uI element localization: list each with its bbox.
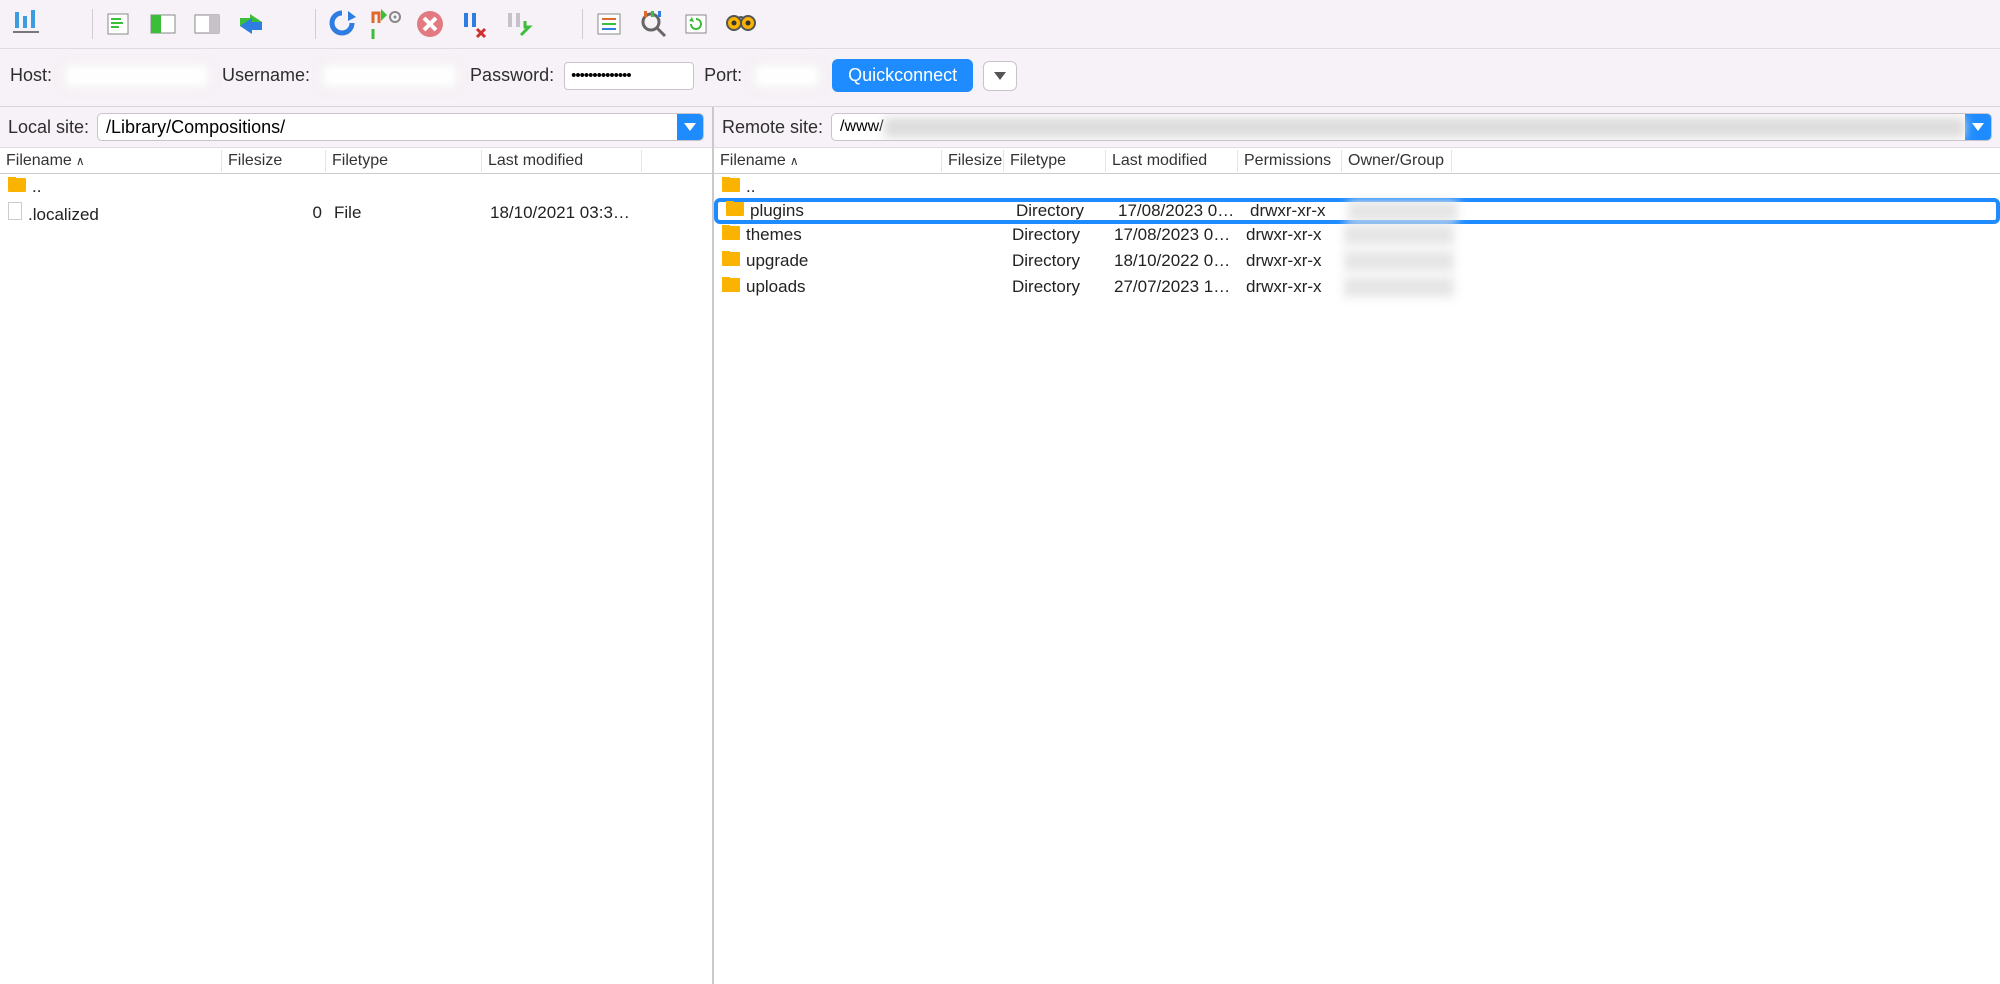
directory-compare-icon[interactable] <box>635 6 671 42</box>
remote-header-owner[interactable]: Owner/Group <box>1342 150 1452 172</box>
local-header-filetype[interactable]: Filetype <box>326 150 482 172</box>
list-item-plugins[interactable]: plugins Directory 17/08/2023 0… drwxr-xr… <box>714 198 2000 224</box>
list-item[interactable]: .. <box>714 174 2000 200</box>
local-header-filename[interactable]: Filename∧ <box>0 150 222 172</box>
filetype-cell: Directory <box>1006 251 1108 271</box>
folder-icon <box>722 252 740 266</box>
remote-path-combo[interactable]: /www/ <box>831 113 1992 141</box>
list-item[interactable]: themes Directory 17/08/2023 0… drwxr-xr-… <box>714 222 2000 248</box>
list-item[interactable]: .localized 0 File 18/10/2021 03:3… <box>0 200 712 226</box>
host-input[interactable] <box>62 62 212 90</box>
owner-cell: xxxxxxxxx <box>1348 201 1458 221</box>
remote-header-filename[interactable]: Filename∧ <box>714 150 942 172</box>
filelist-filter-icon[interactable] <box>591 6 627 42</box>
remote-path-input[interactable] <box>884 117 1965 138</box>
filename-cell: themes <box>746 225 802 244</box>
file-icon <box>8 202 22 220</box>
port-label: Port: <box>704 65 742 86</box>
filename-cell: .localized <box>28 205 99 224</box>
permissions-cell: drwxr-xr-x <box>1240 225 1344 245</box>
password-input[interactable] <box>564 62 694 90</box>
toggle-log-icon[interactable] <box>101 6 137 42</box>
filetype-cell: Directory <box>1010 201 1112 221</box>
port-input[interactable] <box>752 62 822 90</box>
filetype-cell: File <box>328 203 484 223</box>
remote-path-prefix: /www/ <box>832 118 884 136</box>
permissions-cell: drwxr-xr-x <box>1240 277 1344 297</box>
local-path-combo[interactable] <box>97 113 704 141</box>
remote-column-headers: Filename∧ Filesize Filetype Last modifie… <box>714 148 2000 174</box>
modified-cell: 17/08/2023 0… <box>1108 225 1240 245</box>
folder-icon <box>8 178 26 192</box>
filename-cell: .. <box>746 177 755 196</box>
folder-icon <box>722 226 740 240</box>
main-toolbar <box>0 0 2000 49</box>
owner-cell: xxxxxxxxx <box>1344 277 1454 297</box>
remote-header-filetype[interactable]: Filetype <box>1004 150 1106 172</box>
local-pane: Local site: Filename∧ Filesize Filetype … <box>0 107 714 984</box>
process-queue-icon[interactable] <box>368 6 404 42</box>
local-header-filesize[interactable]: Filesize <box>222 150 326 172</box>
folder-icon <box>722 178 740 192</box>
filename-cell: upgrade <box>746 251 808 270</box>
owner-cell: xxxxxxxxx <box>1344 225 1454 245</box>
quickconnect-history-button[interactable] <box>983 61 1017 91</box>
local-site-label: Local site: <box>8 117 89 138</box>
local-file-list[interactable]: .. .localized 0 File 18/10/2021 03:3… <box>0 174 712 984</box>
modified-cell: 18/10/2021 03:3… <box>484 203 644 223</box>
quickconnect-bar: Host: Username: Password: Port: Quickcon… <box>0 49 2000 107</box>
filetype-cell: Directory <box>1006 225 1108 245</box>
sort-asc-icon: ∧ <box>790 154 799 168</box>
find-icon[interactable] <box>723 6 759 42</box>
password-label: Password: <box>470 65 554 86</box>
list-item[interactable]: upgrade Directory 18/10/2022 0… drwxr-xr… <box>714 248 2000 274</box>
remote-file-list[interactable]: .. plugins Directory 17/08/2023 0… drwxr… <box>714 174 2000 984</box>
remote-header-modified[interactable]: Last modified <box>1106 150 1238 172</box>
folder-icon <box>722 278 740 292</box>
reconnect-icon[interactable] <box>500 6 536 42</box>
local-column-headers: Filename∧ Filesize Filetype Last modifie… <box>0 148 712 174</box>
modified-cell: 27/07/2023 1… <box>1108 277 1240 297</box>
modified-cell: 18/10/2022 0… <box>1108 251 1240 271</box>
username-input[interactable] <box>320 62 460 90</box>
filename-cell: .. <box>32 177 41 196</box>
toggle-local-tree-icon[interactable] <box>145 6 181 42</box>
site-manager-icon[interactable] <box>10 6 46 42</box>
filetype-cell: Directory <box>1006 277 1108 297</box>
refresh-icon[interactable] <box>324 6 360 42</box>
folder-icon <box>726 202 744 216</box>
list-item[interactable]: .. <box>0 174 712 200</box>
toggle-queue-icon[interactable] <box>233 6 269 42</box>
remote-pane: Remote site: /www/ Filename∧ Filesize Fi… <box>714 107 2000 984</box>
filename-cell: uploads <box>746 277 806 296</box>
remote-site-label: Remote site: <box>722 117 823 138</box>
username-label: Username: <box>222 65 310 86</box>
cancel-icon[interactable] <box>412 6 448 42</box>
list-item[interactable]: uploads Directory 27/07/2023 1… drwxr-xr… <box>714 274 2000 300</box>
owner-cell: xxxxxxxxx <box>1344 251 1454 271</box>
remote-header-filesize[interactable]: Filesize <box>942 150 1004 172</box>
local-path-input[interactable] <box>98 117 677 138</box>
sort-asc-icon: ∧ <box>76 154 85 168</box>
disconnect-icon[interactable] <box>456 6 492 42</box>
local-header-modified[interactable]: Last modified <box>482 150 642 172</box>
filename-cell: plugins <box>750 201 804 220</box>
remote-path-dropdown-icon[interactable] <box>1965 114 1991 140</box>
modified-cell: 17/08/2023 0… <box>1112 201 1244 221</box>
host-label: Host: <box>10 65 52 86</box>
permissions-cell: drwxr-xr-x <box>1244 201 1348 221</box>
filesize-cell: 0 <box>224 203 328 223</box>
sync-browse-icon[interactable] <box>679 6 715 42</box>
quickconnect-button[interactable]: Quickconnect <box>832 59 973 92</box>
local-path-dropdown-icon[interactable] <box>677 114 703 140</box>
permissions-cell: drwxr-xr-x <box>1240 251 1344 271</box>
remote-header-permissions[interactable]: Permissions <box>1238 150 1342 172</box>
toggle-remote-tree-icon[interactable] <box>189 6 225 42</box>
